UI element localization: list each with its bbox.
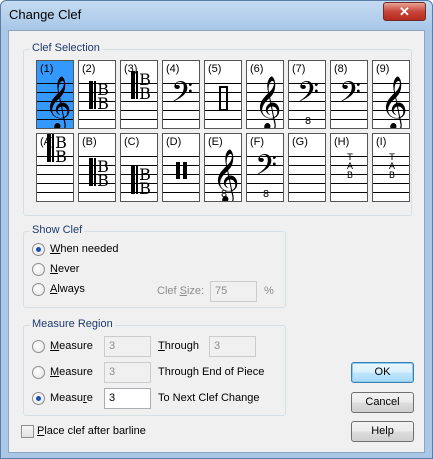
show-clef-label: Show Clef (30, 224, 85, 236)
dialog-client-area: Clef Selection 𝄞 (1) B B (2) B B (3) 𝄢 (4) (5) 𝄞 (6)… (8, 30, 425, 453)
clef-option-label: (3) (124, 63, 138, 75)
measure-through-label: Through End of Piece (158, 366, 265, 378)
svg-text:𝄞: 𝄞 (44, 75, 71, 129)
clef-option-label: (B) (82, 136, 97, 148)
cancel-button[interactable]: Cancel (351, 392, 414, 413)
measure-through-label: Through (158, 340, 199, 352)
clef-option-e[interactable]: 𝄞 8 (E) (204, 133, 242, 202)
clef-option-label: (4) (166, 63, 180, 75)
measure-region-label: Measure Region (30, 318, 115, 330)
clef-selection-label: Clef Selection (30, 42, 102, 54)
measure-radio-label[interactable]: Measure (50, 392, 93, 404)
clef-option-i[interactable]: T A B (I) (372, 133, 410, 202)
place-after-barline-label[interactable]: Place clef after barline (37, 425, 146, 437)
clef-option-h[interactable]: T A B (H) (330, 133, 368, 202)
svg-text:B: B (139, 179, 151, 198)
clef-option-label: (7) (292, 63, 306, 75)
clef-option-label: (E) (208, 136, 223, 148)
change-clef-dialog: Change Clef ✕ Clef Selection 𝄞 (1) B B (2) B B… (0, 0, 433, 459)
tab-letter: B (389, 171, 395, 181)
clef-size-label: Clef Size: (157, 285, 205, 297)
clef-option-7[interactable]: 𝄢 8 (7) (288, 60, 326, 129)
clef-option-g[interactable]: (G) (288, 133, 326, 202)
clef-size-input[interactable]: 75 (210, 281, 257, 302)
clef-option-label: (9) (376, 63, 390, 75)
clef-option-label: (F) (250, 136, 265, 148)
dialog-title: Change Clef (9, 7, 82, 22)
measure-start-input[interactable]: 3 (104, 336, 151, 357)
svg-text:B: B (55, 147, 67, 166)
svg-text:B: B (97, 94, 109, 113)
clef-option-3[interactable]: B B (3) (120, 60, 158, 129)
show-clef-radio-2[interactable] (32, 283, 45, 296)
show-clef-option-label[interactable]: When needed (50, 243, 119, 255)
measure-through-label: To Next Clef Change (158, 392, 260, 404)
clef-option-1[interactable]: 𝄞 (1) (36, 60, 74, 129)
measure-region-radio-0[interactable] (32, 340, 45, 353)
clef-option-label: (1) (40, 63, 54, 75)
clef-option-label: (6) (250, 63, 264, 75)
octave-mark: 8 (305, 116, 311, 127)
clef-option-label: (H) (334, 136, 350, 148)
measure-region-radio-2[interactable] (32, 392, 45, 405)
clef-option-label: (G) (292, 136, 308, 148)
measure-start-input[interactable]: 3 (104, 388, 151, 409)
clef-option-4[interactable]: 𝄢 (4) (162, 60, 200, 129)
clef-option-5[interactable]: (5) (204, 60, 242, 129)
clef-option-label: (C) (124, 136, 140, 148)
clef-option-a[interactable]: B B (A) (36, 133, 74, 202)
clef-option-label: (D) (166, 136, 182, 148)
svg-text:𝄢: 𝄢 (171, 76, 193, 116)
svg-text:𝄞: 𝄞 (380, 75, 407, 129)
svg-text:B: B (97, 171, 109, 190)
clef-option-6[interactable]: 𝄞 (6) (246, 60, 284, 129)
place-after-barline-checkbox[interactable] (21, 425, 34, 438)
octave-mark: 8 (263, 189, 269, 200)
clef-option-label: (5) (208, 63, 222, 75)
clef-option-f[interactable]: 𝄢 8 (F) (246, 133, 284, 202)
svg-text:𝄢: 𝄢 (297, 76, 319, 116)
measure-radio-label[interactable]: Measure (50, 366, 93, 378)
clef-option-label: (A) (40, 136, 55, 148)
title-bar: Change Clef ✕ (1, 1, 432, 29)
clef-option-label: (I) (376, 136, 387, 148)
clef-option-8[interactable]: 𝄢 (8) (330, 60, 368, 129)
svg-text:B: B (139, 84, 151, 103)
measure-region-group: Measure Region Measure 3 Through 3 Measure 3 T… (23, 318, 286, 416)
show-clef-group: Show Clef When needed Never Always Clef Si… (23, 224, 286, 308)
svg-text:𝄢: 𝄢 (255, 149, 277, 189)
clef-option-9[interactable]: 𝄞 (9) (372, 60, 410, 129)
clef-option-d[interactable]: (D) (162, 133, 200, 202)
measure-radio-label[interactable]: Measure (50, 340, 93, 352)
clef-size-unit: % (264, 285, 274, 297)
clef-option-2[interactable]: B B (2) (78, 60, 116, 129)
clef-option-label: (2) (82, 63, 96, 75)
measure-start-input[interactable]: 3 (104, 362, 151, 383)
help-button[interactable]: Help (351, 421, 414, 442)
show-clef-radio-0[interactable] (32, 243, 45, 256)
measure-end-input[interactable]: 3 (209, 336, 256, 357)
clef-option-c[interactable]: B B (C) (120, 133, 158, 202)
close-button[interactable]: ✕ (383, 2, 426, 21)
svg-text:𝄢: 𝄢 (339, 76, 361, 116)
show-clef-option-label[interactable]: Never (50, 263, 79, 275)
measure-region-radio-1[interactable] (32, 366, 45, 379)
ok-button[interactable]: OK (351, 362, 414, 383)
show-clef-option-label[interactable]: Always (50, 283, 85, 295)
svg-text:𝄞: 𝄞 (254, 75, 281, 129)
clef-option-label: (8) (334, 63, 348, 75)
show-clef-radio-1[interactable] (32, 263, 45, 276)
octave-mark: 8 (221, 189, 227, 200)
tab-letter: B (347, 171, 353, 181)
close-icon: ✕ (399, 4, 410, 19)
clef-selection-group: Clef Selection 𝄞 (1) B B (2) B B (3) 𝄢 (4) (5) 𝄞 (6)… (23, 42, 412, 216)
clef-option-b[interactable]: B B (B) (78, 133, 116, 202)
